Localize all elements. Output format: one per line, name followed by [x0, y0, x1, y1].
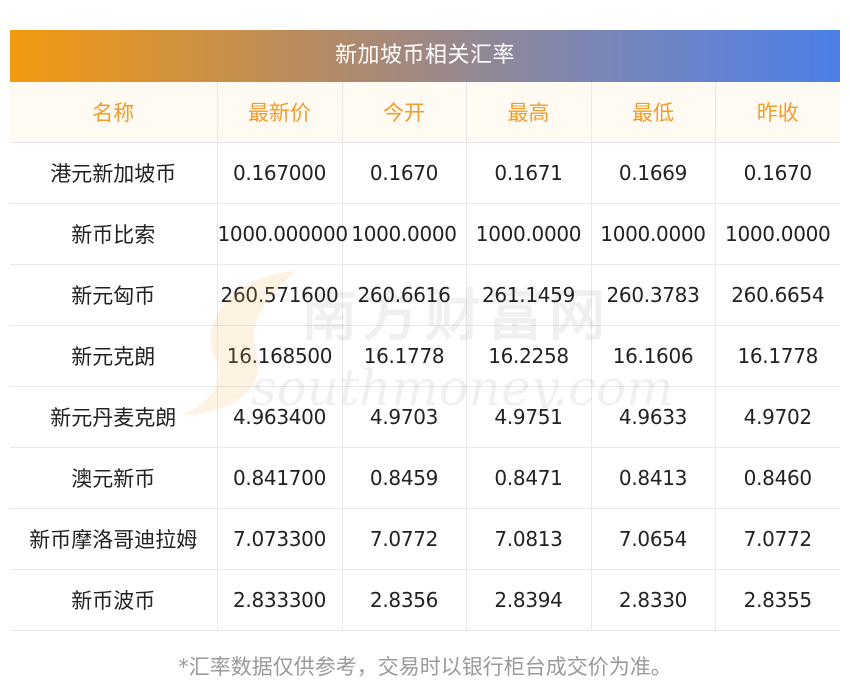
- prev-close-cell: 0.1670: [714, 142, 840, 204]
- table-row: 新币比索 1000.000000 1000.0000 1000.0000 100…: [10, 203, 840, 265]
- high-cell: 2.8394: [465, 569, 591, 631]
- high-cell: 0.8471: [465, 447, 591, 509]
- latest-cell: 260.571600: [216, 264, 342, 326]
- high-cell: 261.1459: [465, 264, 591, 326]
- latest-cell: 1000.000000: [216, 203, 348, 265]
- pair-name-cell: 新元匈币: [10, 264, 217, 326]
- latest-cell: 0.167000: [216, 142, 342, 204]
- table-row: 新元克朗 16.168500 16.1778 16.2258 16.1606 1…: [10, 325, 840, 387]
- low-cell: 1000.0000: [590, 203, 715, 265]
- high-cell: 16.2258: [465, 325, 591, 387]
- pair-name-cell: 新币摩洛哥迪拉姆: [10, 508, 217, 570]
- column-header-name: 名称: [10, 82, 217, 143]
- pair-name-cell: 新元克朗: [10, 325, 217, 387]
- latest-cell: 16.168500: [216, 325, 342, 387]
- open-cell: 2.8356: [341, 569, 466, 631]
- high-cell: 0.1671: [465, 142, 591, 204]
- page-title: 新加坡币相关汇率: [10, 30, 840, 82]
- open-cell: 1000.0000: [341, 203, 466, 265]
- pair-name-cell: 新币比索: [10, 203, 217, 265]
- column-header-high: 最高: [465, 82, 591, 143]
- low-cell: 0.1669: [590, 142, 715, 204]
- open-cell: 260.6616: [341, 264, 466, 326]
- open-cell: 16.1778: [341, 325, 466, 387]
- latest-cell: 2.833300: [216, 569, 342, 631]
- table-row: 澳元新币 0.841700 0.8459 0.8471 0.8413 0.846…: [10, 447, 840, 509]
- prev-close-cell: 16.1778: [714, 325, 840, 387]
- open-cell: 7.0772: [341, 508, 466, 570]
- prev-close-cell: 0.8460: [714, 447, 840, 509]
- prev-close-cell: 4.9702: [714, 386, 840, 448]
- rate-panel: 新加坡币相关汇率 名称 最新价 今开 最高 最低 昨收 港元新加坡币 0.167…: [10, 30, 840, 681]
- column-header-open: 今开: [341, 82, 466, 143]
- pair-name-cell: 新币波币: [10, 569, 217, 631]
- pair-name-cell: 港元新加坡币: [10, 142, 217, 204]
- table-row: 港元新加坡币 0.167000 0.1670 0.1671 0.1669 0.1…: [10, 142, 840, 204]
- open-cell: 0.8459: [341, 447, 466, 509]
- table-row: 新币摩洛哥迪拉姆 7.073300 7.0772 7.0813 7.0654 7…: [10, 508, 840, 570]
- prev-close-cell: 7.0772: [714, 508, 840, 570]
- low-cell: 7.0654: [590, 508, 715, 570]
- open-cell: 4.9703: [341, 386, 466, 448]
- high-cell: 4.9751: [465, 386, 591, 448]
- low-cell: 0.8413: [590, 447, 715, 509]
- low-cell: 16.1606: [590, 325, 715, 387]
- disclaimer-footnote: *汇率数据仅供参考，交易时以银行柜台成交价为准。: [178, 655, 672, 679]
- column-header-low: 最低: [590, 82, 715, 143]
- column-header-prev-close: 昨收: [714, 82, 840, 143]
- exchange-rate-table: 名称 最新价 今开 最高 最低 昨收 港元新加坡币 0.167000 0.167…: [10, 82, 840, 631]
- low-cell: 4.9633: [590, 386, 715, 448]
- low-cell: 260.3783: [590, 264, 715, 326]
- latest-cell: 0.841700: [216, 447, 342, 509]
- table-header-row: 名称 最新价 今开 最高 最低 昨收: [10, 82, 840, 143]
- table-row: 新币波币 2.833300 2.8356 2.8394 2.8330 2.835…: [10, 569, 840, 631]
- prev-close-cell: 1000.0000: [714, 203, 840, 265]
- high-cell: 1000.0000: [465, 203, 591, 265]
- latest-cell: 7.073300: [216, 508, 342, 570]
- open-cell: 0.1670: [341, 142, 466, 204]
- latest-cell: 4.963400: [216, 386, 342, 448]
- table-row: 新元丹麦克朗 4.963400 4.9703 4.9751 4.9633 4.9…: [10, 386, 840, 448]
- prev-close-cell: 2.8355: [714, 569, 840, 631]
- table-row: 新元匈币 260.571600 260.6616 261.1459 260.37…: [10, 264, 840, 326]
- high-cell: 7.0813: [465, 508, 591, 570]
- pair-name-cell: 澳元新币: [10, 447, 217, 509]
- pair-name-cell: 新元丹麦克朗: [10, 386, 217, 448]
- prev-close-cell: 260.6654: [714, 264, 840, 326]
- column-header-latest: 最新价: [216, 82, 342, 143]
- low-cell: 2.8330: [590, 569, 715, 631]
